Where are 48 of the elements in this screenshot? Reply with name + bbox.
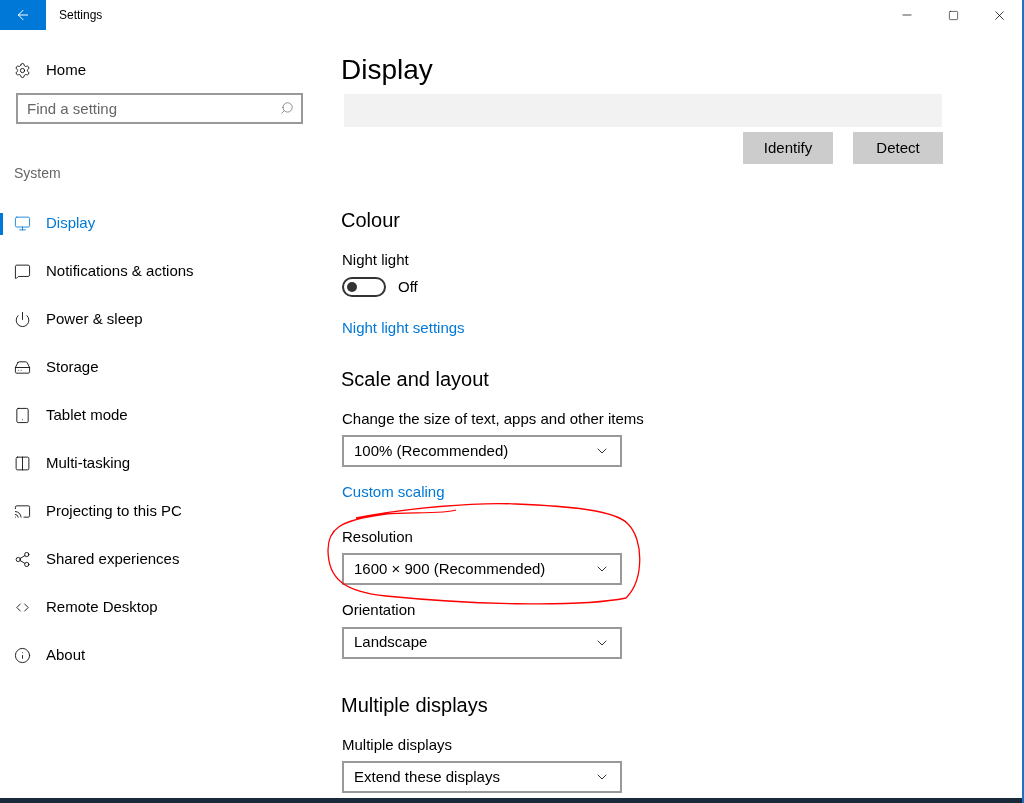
sidebar-item[interactable]: Shared experiences xyxy=(0,535,320,583)
setting-label: Resolution xyxy=(342,526,414,547)
section-heading: Scale and layout xyxy=(341,366,490,392)
section-heading: System xyxy=(14,164,62,183)
page-title: Display xyxy=(341,53,434,87)
search-icon xyxy=(280,101,294,115)
window-title: Settings xyxy=(59,7,103,24)
scale-dropdown[interactable]: 100% (Recommended) xyxy=(342,435,622,467)
sidebar-item[interactable]: Multi-tasking xyxy=(0,439,320,487)
section-heading: Colour xyxy=(341,208,401,233)
search-field[interactable]: Find a setting xyxy=(16,93,303,124)
setting-label: Multiple displays xyxy=(342,734,454,755)
selection-bar xyxy=(0,213,3,235)
power-icon xyxy=(14,310,31,328)
sidebar-item[interactable]: Display xyxy=(0,199,320,247)
windows-icon xyxy=(14,454,31,472)
drive-icon xyxy=(14,358,31,376)
setting-label: Orientation xyxy=(342,600,417,620)
monitor-icon xyxy=(14,214,31,232)
maximize-icon xyxy=(947,9,959,21)
multiple-displays-dropdown[interactable]: Extend these displays xyxy=(342,761,622,793)
gear-icon xyxy=(14,61,31,79)
network-icon xyxy=(14,550,31,568)
sidebar-item[interactable]: Projecting to this PC xyxy=(0,487,320,535)
sidebar-item[interactable]: Notifications & actions xyxy=(0,247,320,295)
identify-button[interactable]: Identify xyxy=(743,132,833,164)
home-nav-item[interactable]: Home xyxy=(14,58,320,82)
speech-bubble-icon xyxy=(14,262,31,280)
back-arrow-icon xyxy=(15,7,31,23)
orientation-dropdown[interactable]: Landscape xyxy=(342,626,622,659)
toggle-state: Off xyxy=(398,276,418,297)
cast-icon xyxy=(14,502,31,520)
sidebar-item[interactable]: Remote Desktop xyxy=(0,583,320,631)
sidebar-item[interactable]: Storage xyxy=(0,343,320,391)
toggle-switch[interactable] xyxy=(342,276,386,297)
detect-button[interactable]: Detect xyxy=(853,132,943,164)
tablet-icon xyxy=(14,406,31,424)
night-light-settings-link[interactable]: Night light settings xyxy=(342,317,465,340)
sidebar-item[interactable]: Power & sleep xyxy=(0,295,320,343)
setting-label: Night light xyxy=(342,250,410,270)
section-heading: Multiple displays xyxy=(341,692,489,718)
info-icon xyxy=(14,646,31,664)
sidebar-item[interactable]: About xyxy=(0,631,320,679)
setting-label: Change the size of text, apps and other items xyxy=(342,408,645,429)
sidebar-item[interactable]: Tablet mode xyxy=(0,391,320,439)
custom-scaling-link[interactable]: Custom scaling xyxy=(342,481,445,504)
back-button[interactable] xyxy=(0,0,46,30)
resolution-dropdown[interactable]: 1600 × 900 (Recommended) xyxy=(342,553,622,585)
